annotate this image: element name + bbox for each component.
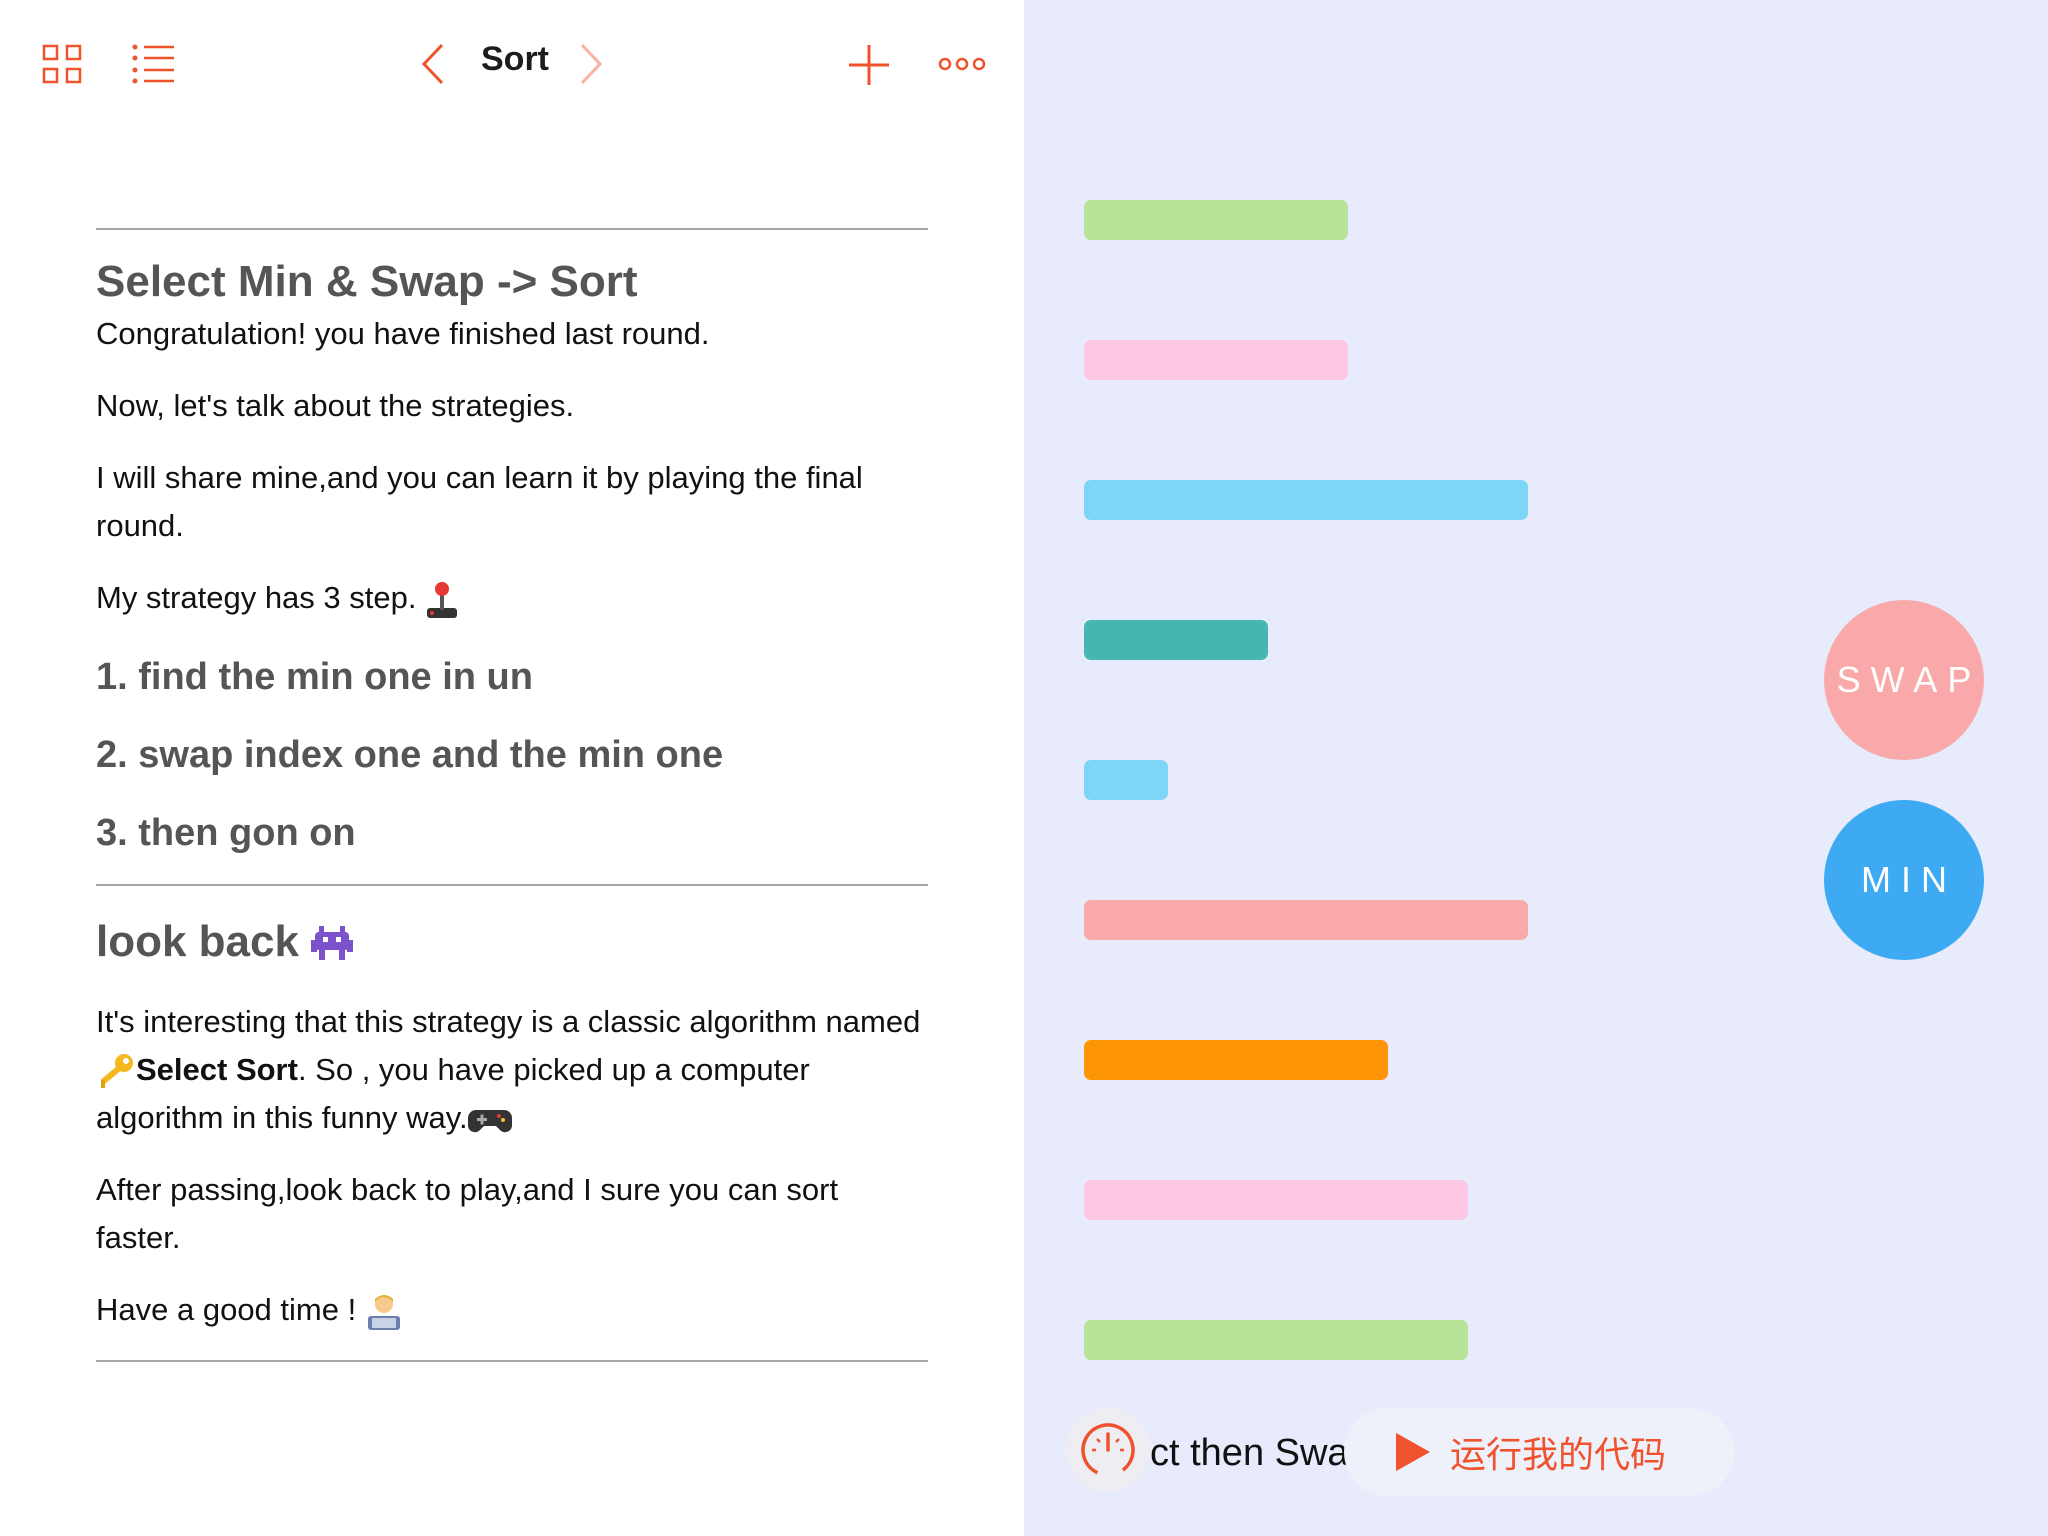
paragraph-text: Have a good time ! — [96, 1292, 357, 1327]
run-button-label: 运行我的代码 — [1450, 1435, 1667, 1476]
space-invader-icon — [311, 926, 354, 961]
more-icon[interactable] — [938, 54, 986, 74]
strategy-step: 2. swap index one and the min one — [96, 734, 724, 776]
plus-icon[interactable] — [848, 44, 890, 86]
sort-bar[interactable] — [1084, 480, 1528, 520]
strategy-step: 1. find the min one in un — [96, 656, 533, 698]
section-heading-look-back: look back — [96, 916, 928, 968]
paragraph: After passing,look back to play,and I su… — [96, 1172, 839, 1255]
technologist-icon — [367, 1294, 400, 1330]
heading-text: look back — [96, 917, 299, 966]
swap-button[interactable]: SWAP — [1824, 600, 1984, 760]
paragraph-with-emoji: My strategy has 3 step. — [96, 574, 928, 622]
toolbar: Sort — [0, 0, 1024, 130]
sort-bar[interactable] — [1084, 1320, 1468, 1360]
paragraph-text: My strategy has 3 step. — [96, 580, 417, 615]
document-content: Select Min & Swap -> Sort Congratulation… — [96, 228, 928, 1362]
paragraph: Congratulation! you have finished last r… — [96, 316, 710, 351]
sort-bar[interactable] — [1084, 900, 1528, 940]
chevron-left-icon[interactable] — [420, 42, 446, 86]
run-my-code-button[interactable]: 运行我的代码 — [1344, 1408, 1734, 1496]
paragraph: Now, let's talk about the strategies. — [96, 388, 575, 423]
select-sort-term: Select Sort — [136, 1052, 298, 1087]
page-title: Sort — [481, 40, 549, 78]
divider — [96, 884, 928, 886]
paragraph-select-sort: It's interesting that this strategy is a… — [96, 998, 928, 1142]
sort-bar[interactable] — [1084, 200, 1348, 240]
divider — [96, 1360, 928, 1362]
sort-bar[interactable] — [1084, 1180, 1468, 1220]
play-icon — [1396, 1433, 1430, 1471]
joystick-icon — [427, 581, 458, 618]
min-button[interactable]: MIN — [1824, 800, 1984, 960]
live-view: SWAP MIN ct then Swa 运行我的代码 — [1024, 0, 2048, 1536]
paragraph: I will share mine,and you can learn it b… — [96, 460, 863, 543]
sort-bar[interactable] — [1084, 620, 1268, 660]
sort-bar[interactable] — [1084, 340, 1348, 380]
paragraph-text: It's interesting that this strategy is a… — [96, 1004, 921, 1039]
document-pane: Sort Select Min & Swap -> Sort Congratul… — [0, 0, 1024, 1536]
chevron-right-icon[interactable] — [578, 42, 604, 86]
sort-bar[interactable] — [1084, 1040, 1388, 1080]
strategy-step: 3. then gon on — [96, 812, 356, 854]
paragraph-with-emoji: Have a good time ! — [96, 1286, 928, 1334]
grid-icon[interactable] — [42, 44, 82, 84]
sort-bar[interactable] — [1084, 760, 1168, 800]
section-heading-select-min-swap: Select Min & Swap -> Sort — [96, 257, 638, 306]
speed-button[interactable] — [1066, 1408, 1150, 1492]
code-snippet: ct then Swa — [1150, 1432, 1349, 1474]
speedometer-icon — [1081, 1423, 1135, 1477]
divider — [96, 228, 928, 230]
gamepad-icon — [467, 1109, 512, 1132]
list-icon[interactable] — [132, 44, 176, 84]
key-icon — [100, 1053, 133, 1088]
